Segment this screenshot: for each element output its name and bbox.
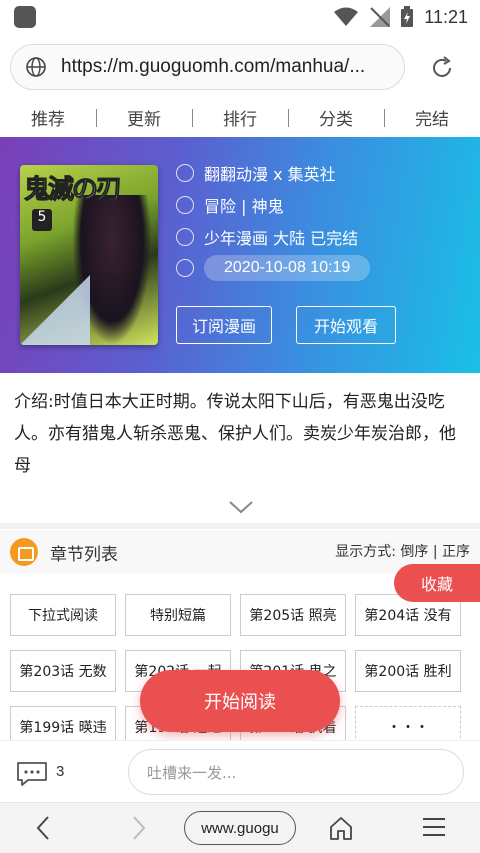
no-signal-icon xyxy=(370,7,391,27)
clock-icon xyxy=(176,259,194,277)
book-icon xyxy=(10,538,38,566)
tab-recommend[interactable]: 推荐 xyxy=(0,105,96,130)
browser-toolbar: www.guogu xyxy=(0,802,480,853)
author-row: 翻翻动漫 x 集英社 xyxy=(176,161,336,185)
tab-finished[interactable]: 完结 xyxy=(384,105,480,130)
genre-row: 冒险 | 神鬼 xyxy=(176,193,284,217)
cover-volume: 5 xyxy=(32,209,52,231)
address-bar[interactable]: https://m.guoguomh.com/manhua/... xyxy=(10,44,405,90)
comment-bar: 3 吐槽来一发... xyxy=(0,740,480,802)
chevron-down-icon[interactable] xyxy=(228,500,254,514)
chapter-item[interactable]: 第200话 胜利 xyxy=(355,650,461,692)
comment-input[interactable]: 吐槽来一发... xyxy=(128,749,464,795)
notification-icon xyxy=(14,6,36,28)
reload-icon[interactable] xyxy=(428,54,456,82)
tab-update[interactable]: 更新 xyxy=(96,105,192,130)
start-watch-button[interactable]: 开始观看 xyxy=(296,306,396,344)
favorite-button[interactable]: 收藏 xyxy=(394,564,480,602)
chapter-item[interactable]: 第205话 照亮 xyxy=(240,594,346,636)
wifi-icon xyxy=(334,7,359,26)
chapter-list-title: 章节列表 xyxy=(50,545,118,565)
status-bar: 11:21 xyxy=(0,0,480,34)
chapter-item[interactable]: 特别短篇 xyxy=(125,594,231,636)
chapter-item[interactable]: 第199话 暎违 xyxy=(10,706,116,740)
nav-tabs: 推荐 更新 排行 分类 完结 xyxy=(0,98,480,136)
sort-order-toggle[interactable]: 显示方式: 倒序 | 正序 xyxy=(335,541,470,561)
comment-icon[interactable] xyxy=(16,761,48,787)
category-text: 少年漫画 大陆 已完结 xyxy=(204,229,359,248)
comment-count: 3 xyxy=(56,763,65,780)
divider xyxy=(0,523,480,529)
comic-cover[interactable]: 鬼滅の刃 5 xyxy=(20,165,158,345)
chapter-item[interactable]: 第203话 无数 xyxy=(10,650,116,692)
author-text: 翻翻动漫 x 集英社 xyxy=(204,165,336,184)
category-row: 少年漫画 大陆 已完结 xyxy=(176,225,358,249)
menu-icon[interactable] xyxy=(422,815,446,839)
tag-icon xyxy=(176,228,194,246)
clock: 11:21 xyxy=(424,6,468,27)
update-row: 2020-10-08 10:19 xyxy=(176,255,371,281)
browser-url-chip[interactable]: www.guogu xyxy=(184,811,296,845)
user-icon xyxy=(176,164,194,182)
cover-title: 鬼滅の刃 xyxy=(23,175,122,206)
globe-icon xyxy=(26,57,46,77)
start-reading-button[interactable]: 开始阅读 xyxy=(140,670,340,732)
comic-hero: 鬼滅の刃 5 翻翻动漫 x 集英社 冒险 | 神鬼 少年漫画 大陆 已完结 20… xyxy=(0,137,480,373)
back-icon[interactable] xyxy=(34,815,54,841)
url-text[interactable]: https://m.guoguomh.com/manhua/... xyxy=(61,56,391,78)
tag-icon xyxy=(176,196,194,214)
forward-icon[interactable] xyxy=(128,815,148,841)
tab-category[interactable]: 分类 xyxy=(288,105,384,130)
chapter-item[interactable]: 下拉式阅读 xyxy=(10,594,116,636)
more-chapters-button[interactable]: ・・・ xyxy=(355,706,461,740)
home-icon[interactable] xyxy=(328,815,354,841)
subscribe-button[interactable]: 订阅漫画 xyxy=(176,306,272,344)
battery-charging-icon xyxy=(401,6,414,27)
tab-ranking[interactable]: 排行 xyxy=(192,105,288,130)
update-time: 2020-10-08 10:19 xyxy=(204,255,371,281)
comic-intro: 介绍:时值日本大正时期。传说太阳下山后，有恶鬼出没吃人。亦有猎鬼人斩杀恶鬼、保护… xyxy=(14,392,456,476)
genre-text: 冒险 | 神鬼 xyxy=(204,197,284,216)
